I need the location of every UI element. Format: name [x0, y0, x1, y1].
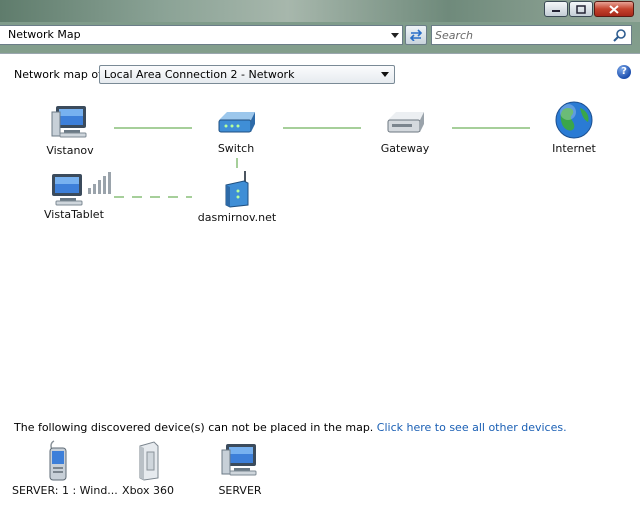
game-console-icon: [139, 441, 159, 481]
device-server[interactable]: SERVER: [210, 442, 270, 497]
computer-icon: [51, 106, 87, 138]
close-icon: [609, 4, 619, 14]
node-internet-label: Internet: [552, 142, 596, 155]
link-vistatablet-switch-wireless: [114, 196, 192, 198]
node-vistanov-label: Vistanov: [46, 144, 94, 157]
refresh-icon: [409, 29, 423, 41]
see-all-devices-link[interactable]: Click here to see all other devices.: [377, 421, 567, 434]
minimize-button[interactable]: [544, 1, 568, 17]
access-point-icon: [225, 171, 249, 208]
mobile-device-icon: [49, 440, 67, 481]
connection-select[interactable]: Local Area Connection 2 - Network: [99, 65, 395, 84]
maximize-button[interactable]: [569, 1, 593, 17]
node-internet[interactable]: Internet: [544, 100, 604, 155]
device-xbox-360-label: Xbox 360: [122, 484, 174, 497]
help-button[interactable]: ?: [617, 65, 631, 79]
close-button[interactable]: [594, 1, 634, 17]
node-gateway[interactable]: Gateway: [375, 108, 435, 155]
wireless-signal-icon: [88, 172, 111, 194]
node-vistanov[interactable]: Vistanov: [40, 104, 100, 157]
device-server-wind[interactable]: SERVER: 1 : Wind...: [12, 440, 118, 497]
address-bar: Network Map: [0, 24, 640, 48]
search-field[interactable]: [431, 25, 632, 45]
device-xbox-360[interactable]: Xbox 360: [118, 440, 178, 497]
chevron-down-icon[interactable]: [391, 33, 399, 38]
help-icon: ?: [621, 66, 627, 77]
maximize-icon: [576, 4, 586, 14]
node-dasmirnov[interactable]: dasmirnov.net: [197, 169, 277, 224]
globe-icon: [555, 101, 593, 139]
device-server-wind-label: SERVER: 1 : Wind...: [12, 484, 118, 497]
node-gateway-label: Gateway: [380, 142, 430, 155]
address-field[interactable]: Network Map: [0, 25, 403, 45]
router-icon: [387, 112, 424, 133]
link-switch-gateway: [283, 127, 361, 129]
node-vistatablet[interactable]: VistaTablet: [38, 170, 118, 221]
node-switch[interactable]: Switch: [206, 108, 266, 155]
link-vistanov-switch: [114, 127, 192, 129]
discovered-devices-notice: The following discovered device(s) can n…: [14, 421, 567, 434]
refresh-button[interactable]: [405, 25, 427, 45]
minimize-icon: [552, 10, 560, 12]
notice-text: The following discovered device(s) can n…: [14, 421, 374, 434]
node-switch-label: Switch: [217, 142, 255, 155]
search-input[interactable]: [435, 27, 610, 43]
computer-icon: [221, 444, 257, 476]
device-server-label: SERVER: [218, 484, 262, 497]
search-icon[interactable]: [613, 28, 627, 42]
link-gateway-internet: [452, 127, 530, 129]
chevron-down-icon: [381, 72, 389, 77]
network-map-label: Network map of: [14, 68, 102, 81]
network-map-panel: Network map of Local Area Connection 2 -…: [0, 53, 640, 508]
node-vistatablet-label: VistaTablet: [44, 208, 104, 221]
node-dasmirnov-label: dasmirnov.net: [197, 211, 277, 224]
switch-icon: [218, 112, 255, 133]
connection-select-value: Local Area Connection 2 - Network: [104, 68, 295, 81]
window-title: Network Map: [8, 28, 81, 41]
link-switch-dasmirnov: [236, 158, 238, 168]
title-bar: [0, 0, 640, 22]
computer-icon: [52, 174, 83, 206]
window-controls: [543, 1, 634, 17]
